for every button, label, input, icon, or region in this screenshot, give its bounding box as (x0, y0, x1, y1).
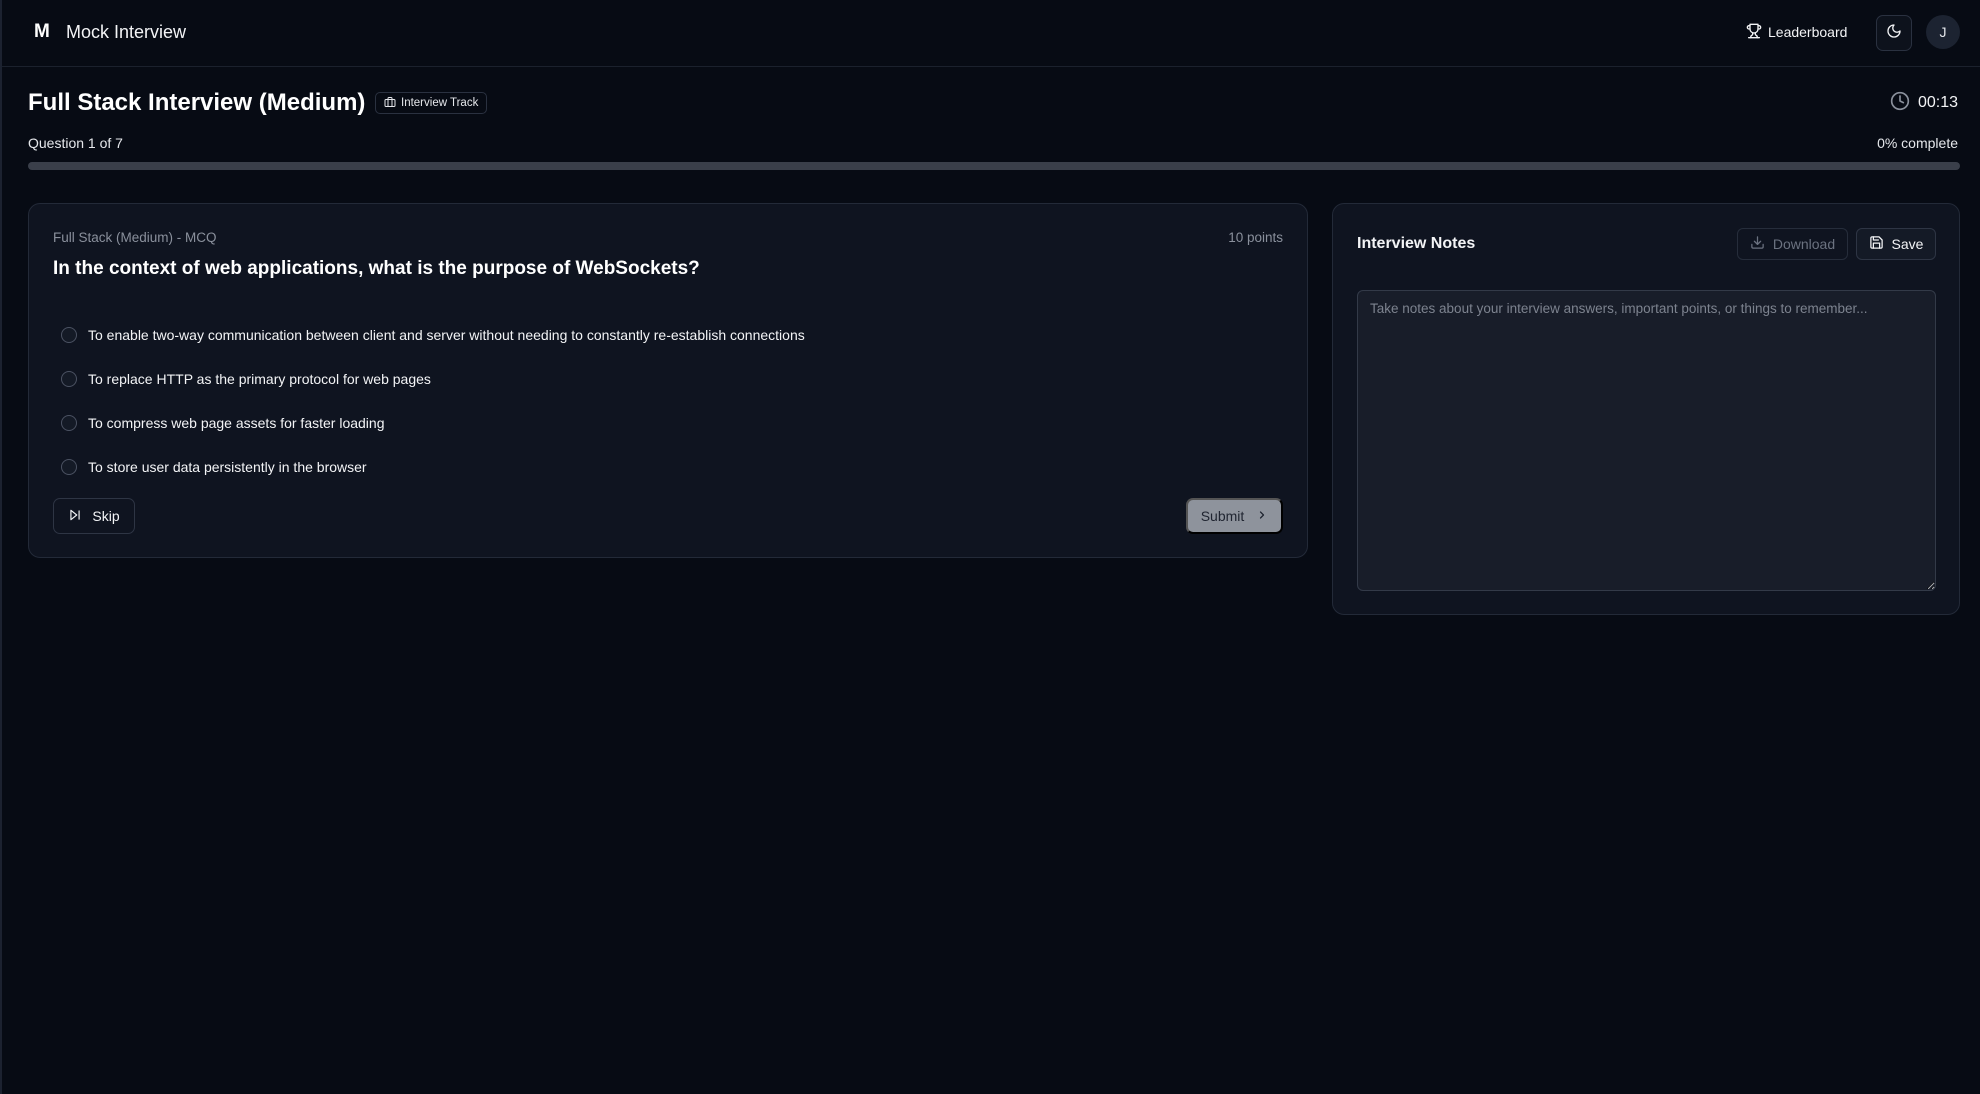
progress-percent: 0% complete (1877, 135, 1958, 151)
interview-track-badge: Interview Track (375, 92, 488, 114)
page-title: Full Stack Interview (Medium) (28, 89, 366, 116)
question-points: 10 points (1228, 230, 1283, 245)
briefcase-icon (384, 96, 396, 111)
answer-option[interactable]: To enable two-way communication between … (61, 313, 805, 357)
save-label: Save (1891, 236, 1924, 252)
notes-textarea[interactable] (1357, 290, 1936, 591)
answer-option[interactable]: To compress web page assets for faster l… (61, 401, 805, 445)
track-badge-label: Interview Track (401, 97, 479, 109)
leaderboard-link[interactable]: Leaderboard (1746, 19, 1847, 45)
progress-bar (28, 162, 1960, 170)
interview-timer: 00:13 (1890, 91, 1958, 116)
radio-button[interactable] (61, 327, 77, 343)
theme-toggle-button[interactable] (1876, 15, 1912, 51)
skip-label: Skip (92, 508, 120, 524)
radio-button[interactable] (61, 371, 77, 387)
app-logo[interactable]: M (34, 20, 56, 44)
answer-option-label: To compress web page assets for faster l… (88, 415, 385, 431)
answer-options: To enable two-way communication between … (61, 313, 805, 489)
app-root: M Mock Interview Leaderboard J Full Stac… (0, 0, 1980, 1094)
question-text: In the context of web applications, what… (53, 258, 700, 279)
answer-option-label: To enable two-way communication between … (88, 327, 805, 343)
submit-button[interactable]: Submit (1186, 498, 1283, 534)
answer-option[interactable]: To store user data persistently in the b… (61, 445, 805, 489)
download-button[interactable]: Download (1737, 228, 1848, 260)
question-card: Full Stack (Medium) - MCQ 10 points In t… (28, 203, 1308, 558)
clock-icon (1890, 91, 1910, 116)
download-icon (1750, 235, 1765, 253)
interview-notes-card: Interview Notes Download Save (1332, 203, 1960, 615)
chevron-right-icon (1256, 508, 1268, 524)
app-title[interactable]: Mock Interview (66, 20, 186, 44)
submit-label: Submit (1200, 508, 1245, 524)
trophy-icon (1746, 23, 1762, 42)
radio-button[interactable] (61, 415, 77, 431)
answer-option-label: To replace HTTP as the primary protocol … (88, 371, 431, 387)
question-counter: Question 1 of 7 (28, 135, 123, 151)
leaderboard-label: Leaderboard (1768, 24, 1848, 40)
notes-title: Interview Notes (1357, 235, 1476, 252)
save-button[interactable]: Save (1856, 228, 1936, 260)
skip-forward-icon (68, 508, 82, 525)
timer-value: 00:13 (1917, 94, 1958, 111)
answer-option[interactable]: To replace HTTP as the primary protocol … (61, 357, 805, 401)
top-bar: M Mock Interview Leaderboard J (2, 0, 1980, 67)
moon-icon (1886, 23, 1902, 44)
download-label: Download (1772, 236, 1836, 252)
save-icon (1869, 235, 1884, 253)
radio-button[interactable] (61, 459, 77, 475)
user-avatar[interactable]: J (1926, 15, 1960, 49)
question-category: Full Stack (Medium) - MCQ (53, 230, 217, 245)
skip-button[interactable]: Skip (53, 498, 135, 534)
answer-option-label: To store user data persistently in the b… (88, 459, 367, 475)
